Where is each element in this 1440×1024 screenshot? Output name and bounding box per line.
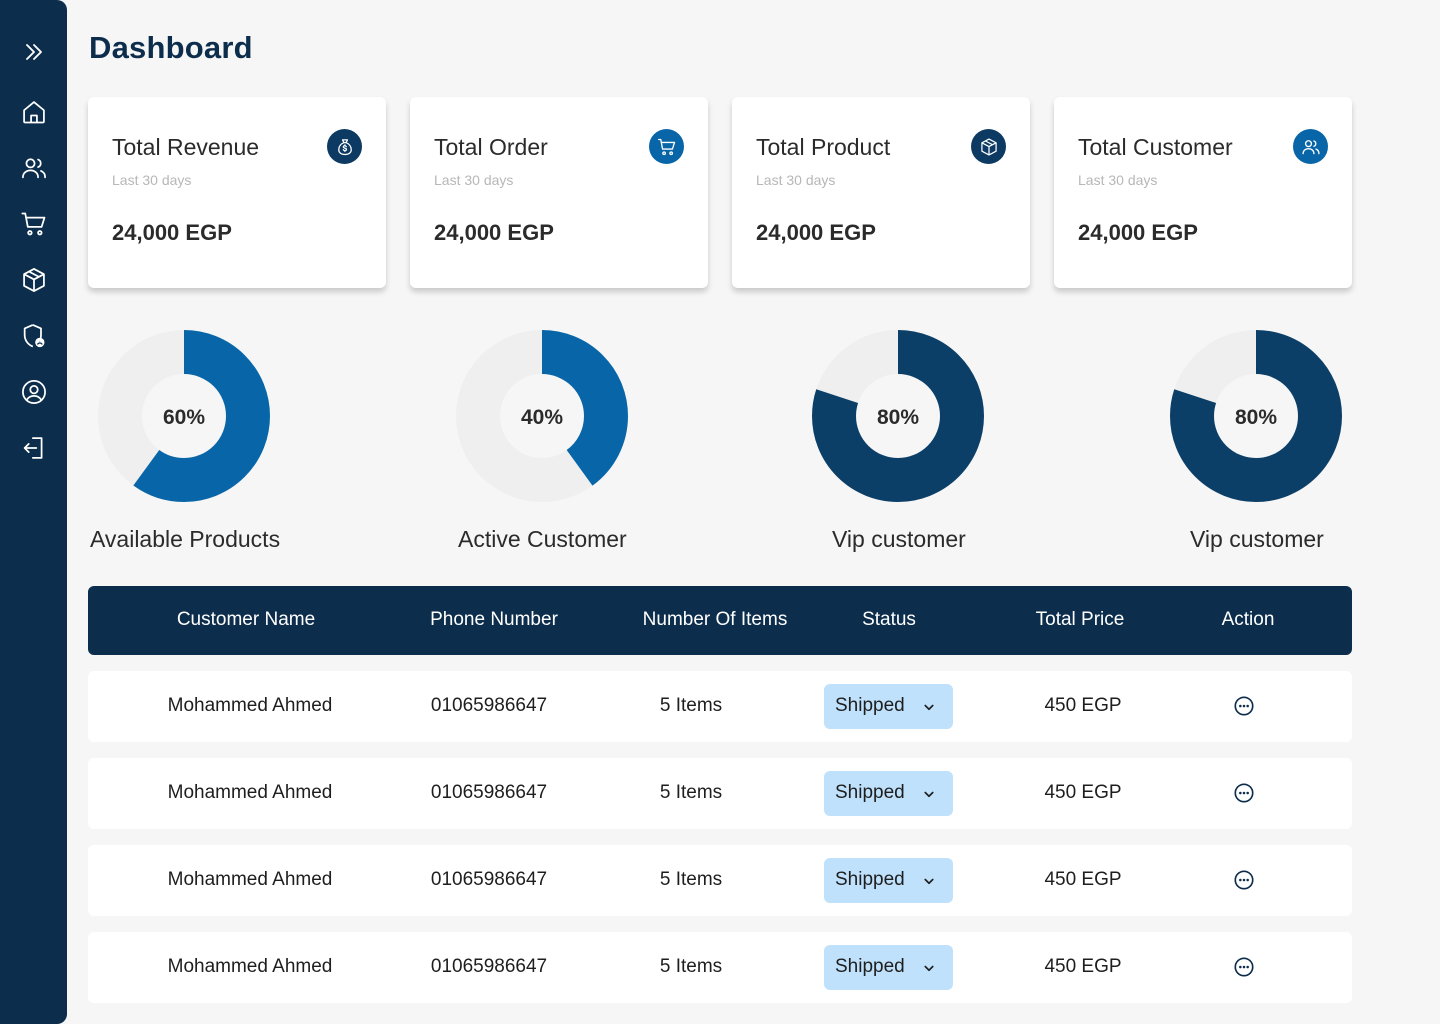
phone-number: 01065986647 bbox=[430, 782, 548, 803]
column-header[interactable]: Number Of Items bbox=[643, 609, 788, 631]
stat-card-orders: Total Order Last 30 days 24,000 EGP bbox=[410, 97, 708, 288]
donut-percent: 40% bbox=[520, 406, 564, 429]
table-row: Mohammed Ahmed 01065986647 5 Items Shipp… bbox=[88, 758, 1352, 829]
phone-number: 01065986647 bbox=[430, 695, 548, 716]
donut-label: Vip customer bbox=[832, 526, 966, 552]
item-count: 5 Items bbox=[659, 782, 723, 803]
cart-icon bbox=[649, 129, 684, 164]
customer-name: Mohammed Ahmed bbox=[167, 695, 333, 716]
donut-label: Vip customer bbox=[1190, 526, 1324, 552]
donut-vip-customer: 80% Vip customer bbox=[804, 330, 1104, 560]
customer-name: Mohammed Ahmed bbox=[167, 782, 333, 803]
phone-number: 01065986647 bbox=[430, 956, 548, 977]
logout-icon[interactable] bbox=[18, 432, 50, 464]
donut-label: Available Products bbox=[90, 526, 281, 552]
stat-title: Total Product bbox=[756, 134, 891, 160]
column-header[interactable]: Action bbox=[1222, 609, 1275, 631]
customer-name: Mohammed Ahmed bbox=[167, 956, 333, 977]
page-title: Dashboard bbox=[89, 30, 253, 65]
donut-percent: 80% bbox=[1234, 406, 1278, 429]
item-count: 5 Items bbox=[659, 695, 723, 716]
column-header[interactable]: Status bbox=[862, 609, 916, 631]
status-label: Shipped bbox=[835, 695, 905, 716]
status-label: Shipped bbox=[835, 782, 905, 803]
phone-number: 01065986647 bbox=[430, 869, 548, 890]
item-count: 5 Items bbox=[659, 869, 723, 890]
stat-card-products: Total Product Last 30 days 24,000 EGP bbox=[732, 97, 1030, 288]
status-dropdown[interactable]: Shipped bbox=[824, 684, 953, 729]
stat-value: 24,000 EGP bbox=[112, 220, 232, 245]
total-price: 450 EGP bbox=[1044, 869, 1122, 890]
stat-value: 24,000 EGP bbox=[1078, 220, 1198, 245]
donut-vip-customer-2: 80% Vip customer bbox=[1162, 330, 1440, 560]
item-count: 5 Items bbox=[659, 956, 723, 977]
column-header[interactable]: Customer Name bbox=[177, 609, 315, 631]
stat-subtitle: Last 30 days bbox=[1078, 172, 1158, 188]
stat-subtitle: Last 30 days bbox=[112, 172, 192, 188]
donut-percent: 60% bbox=[162, 406, 206, 429]
table-row: Mohammed Ahmed 01065986647 5 Items Shipp… bbox=[88, 932, 1352, 1003]
table-row: Mohammed Ahmed 01065986647 5 Items Shipp… bbox=[88, 671, 1352, 742]
more-options-icon[interactable] bbox=[1233, 782, 1255, 804]
table-header: Customer Name Phone Number Number Of Ite… bbox=[88, 586, 1352, 655]
total-price: 450 EGP bbox=[1044, 956, 1122, 977]
total-price: 450 EGP bbox=[1044, 782, 1122, 803]
users-icon bbox=[1293, 129, 1328, 164]
stat-title: Total Customer bbox=[1078, 134, 1233, 160]
chevron-down-icon bbox=[924, 704, 934, 711]
sidebar bbox=[0, 0, 67, 1024]
status-dropdown[interactable]: Shipped bbox=[824, 771, 953, 816]
stat-card-customers: Total Customer Last 30 days 24,000 EGP bbox=[1054, 97, 1352, 288]
donut-available-products: 60% Available Products bbox=[88, 330, 388, 560]
box-icon[interactable] bbox=[18, 264, 50, 296]
status-dropdown[interactable]: Shipped bbox=[824, 945, 953, 990]
status-dropdown[interactable]: Shipped bbox=[824, 858, 953, 903]
more-options-icon[interactable] bbox=[1233, 956, 1255, 978]
donut-active-customer: 40% Active Customer bbox=[446, 330, 746, 560]
stat-subtitle: Last 30 days bbox=[756, 172, 836, 188]
chevron-down-icon bbox=[924, 791, 934, 798]
table-row: Mohammed Ahmed 01065986647 5 Items Shipp… bbox=[88, 845, 1352, 916]
box-icon bbox=[971, 129, 1006, 164]
shield-user-icon[interactable] bbox=[18, 320, 50, 352]
stat-title: Total Revenue bbox=[112, 134, 260, 160]
total-price: 450 EGP bbox=[1044, 695, 1122, 716]
home-icon[interactable] bbox=[18, 96, 50, 128]
status-label: Shipped bbox=[835, 869, 905, 890]
cart-icon[interactable] bbox=[18, 208, 50, 240]
column-header[interactable]: Total Price bbox=[1036, 609, 1125, 631]
column-header[interactable]: Phone Number bbox=[430, 609, 558, 631]
stat-subtitle: Last 30 days bbox=[434, 172, 514, 188]
donut-label: Active Customer bbox=[458, 526, 627, 552]
stat-title: Total Order bbox=[434, 134, 548, 160]
stat-value: 24,000 EGP bbox=[434, 220, 554, 245]
profile-icon[interactable] bbox=[18, 376, 50, 408]
users-icon[interactable] bbox=[18, 152, 50, 184]
expand-icon[interactable] bbox=[18, 36, 50, 68]
chevron-down-icon bbox=[924, 965, 934, 972]
status-label: Shipped bbox=[835, 956, 905, 977]
customer-name: Mohammed Ahmed bbox=[167, 869, 333, 890]
chevron-down-icon bbox=[924, 878, 934, 885]
donut-percent: 80% bbox=[876, 406, 920, 429]
money-bag-icon bbox=[327, 129, 362, 164]
more-options-icon[interactable] bbox=[1233, 695, 1255, 717]
stat-card-revenue: Total Revenue Last 30 days 24,000 EGP bbox=[88, 97, 386, 288]
more-options-icon[interactable] bbox=[1233, 869, 1255, 891]
stat-value: 24,000 EGP bbox=[756, 220, 876, 245]
